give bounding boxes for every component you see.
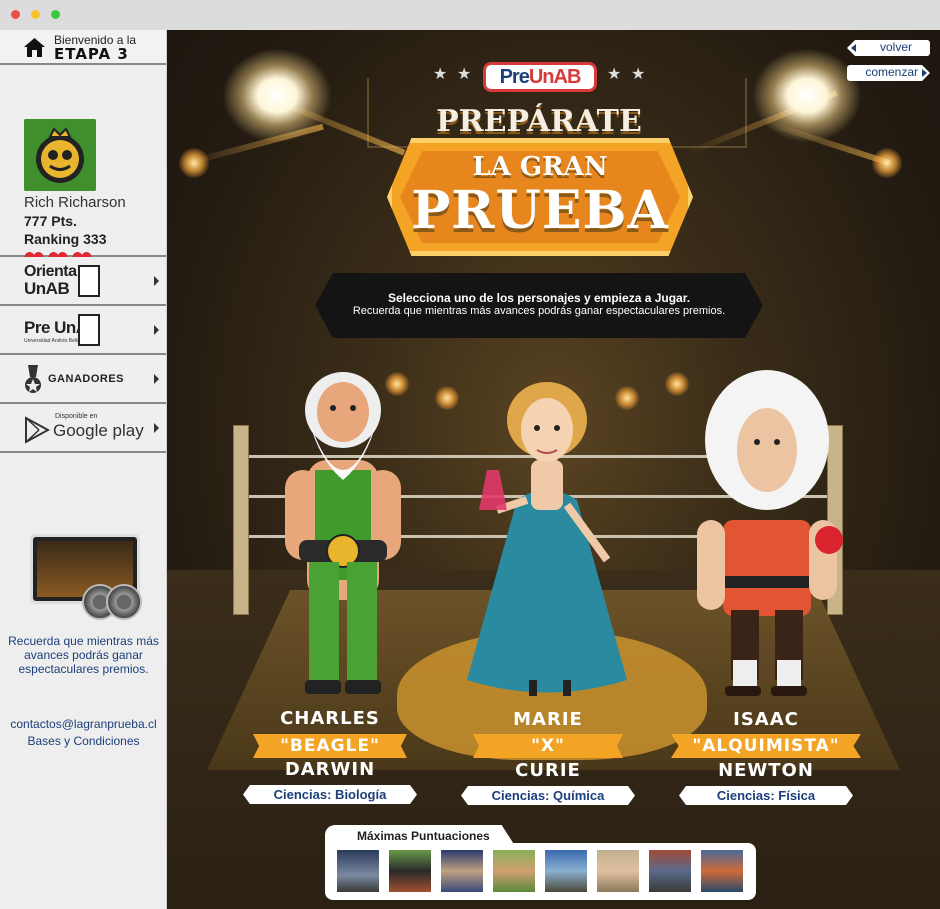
stage-name: ETAPA 3 bbox=[54, 45, 129, 63]
instruction-text-1: Selecciona uno de los personajes y empie… bbox=[387, 291, 691, 305]
contact-links: contactos@lagranprueba.cl Bases y Condic… bbox=[0, 716, 167, 750]
sidebar: Bienvenido a la ETAPA 3 Rich Richarson 7… bbox=[0, 30, 167, 909]
chevron-right-icon bbox=[922, 69, 927, 77]
google-play-available-text: Disponible en bbox=[55, 413, 98, 420]
darwin-last-name: DARWIN bbox=[284, 759, 376, 780]
title-la-gran: LA GRAN bbox=[472, 152, 608, 182]
curie-subject-button[interactable]: Ciencias: Química bbox=[461, 786, 635, 805]
high-scores-panel bbox=[325, 843, 756, 900]
brand-pre-text: Pre bbox=[499, 66, 530, 88]
top-player-avatar[interactable] bbox=[597, 850, 639, 892]
character-curie[interactable] bbox=[437, 360, 667, 710]
user-points: 777 Pts. bbox=[24, 213, 77, 229]
darwin-illustration bbox=[285, 372, 401, 694]
cursor-mascot-icon bbox=[78, 265, 100, 297]
promo-text: Recuerda que mientras más avances podrás… bbox=[8, 634, 159, 676]
google-play-label: Google play bbox=[53, 421, 144, 440]
menu-item-google-play[interactable]: Disponible en Google play bbox=[0, 404, 166, 453]
chevron-right-icon bbox=[154, 276, 159, 286]
newton-illustration bbox=[697, 370, 843, 696]
star-icon: ★ bbox=[631, 66, 646, 83]
avatar[interactable] bbox=[24, 119, 96, 191]
google-play-icon bbox=[25, 416, 50, 444]
spotlight-lamp bbox=[222, 48, 332, 143]
top-player-avatar[interactable] bbox=[701, 850, 743, 892]
medal-icon bbox=[25, 365, 41, 393]
newton-last-name: NEWTON bbox=[718, 760, 814, 781]
brand-unab-text: UnAB bbox=[528, 66, 582, 88]
top-player-avatar[interactable] bbox=[493, 850, 535, 892]
start-button-label: comenzar bbox=[865, 65, 918, 79]
menu-item-ganadores[interactable]: GANADORES bbox=[0, 355, 166, 404]
window-maximize-button[interactable] bbox=[51, 10, 60, 19]
user-ranking: Ranking 333 bbox=[24, 231, 107, 247]
curie-first-name: MARIE bbox=[513, 709, 583, 730]
darwin-subject-button[interactable]: Ciencias: Biología bbox=[243, 785, 417, 804]
game-stage: volver comenzar ★ ★ ★ ★ PreUnAB PREPÁRAT… bbox=[167, 30, 940, 909]
preunab-brand-badge: PreUnAB bbox=[483, 62, 597, 92]
back-button[interactable]: volver bbox=[847, 40, 930, 56]
top-player-avatar[interactable] bbox=[389, 850, 431, 892]
curie-illustration bbox=[467, 382, 627, 696]
darwin-first-name: CHARLES bbox=[280, 708, 380, 729]
top-player-avatar[interactable] bbox=[545, 850, 587, 892]
stage-header[interactable]: Bienvenido a la ETAPA 3 bbox=[0, 30, 166, 65]
window-minimize-button[interactable] bbox=[31, 10, 40, 19]
orienta-logo-line2: UnAB bbox=[24, 279, 70, 298]
chevron-right-icon bbox=[154, 423, 159, 433]
top-player-avatar[interactable] bbox=[337, 850, 379, 892]
spotlight-lamp bbox=[752, 48, 862, 143]
chevron-right-icon bbox=[154, 325, 159, 335]
frog-avatar-icon bbox=[24, 119, 96, 191]
character-newton[interactable] bbox=[677, 370, 857, 710]
window-close-button[interactable] bbox=[11, 10, 20, 19]
stage-light bbox=[179, 148, 209, 178]
top-player-avatar[interactable] bbox=[441, 850, 483, 892]
curie-nickname: "X" bbox=[473, 734, 623, 758]
character-darwin[interactable] bbox=[237, 350, 447, 700]
preunab-subtitle: Universidad Andrés Bello bbox=[24, 338, 80, 344]
star-icon: ★ bbox=[457, 66, 472, 83]
star-icon: ★ bbox=[607, 66, 622, 83]
curie-last-name: CURIE bbox=[515, 760, 581, 781]
window-titlebar bbox=[0, 0, 940, 30]
newton-first-name: ISAAC bbox=[733, 709, 799, 730]
star-icon: ★ bbox=[433, 66, 448, 83]
menu-item-orienta-unab[interactable]: Orienta UnAB bbox=[0, 257, 166, 306]
title-prueba: PRUEBA bbox=[411, 180, 669, 241]
chevron-left-icon bbox=[851, 44, 856, 52]
prizes-promo: Recuerda que mientras más avances podrás… bbox=[0, 484, 167, 684]
cursor-mascot-icon bbox=[78, 314, 100, 346]
speaker-prize-image bbox=[106, 584, 142, 620]
user-name: Rich Richarson bbox=[24, 194, 126, 211]
stage-light bbox=[872, 148, 902, 178]
contact-email-link[interactable]: contactos@lagranprueba.cl bbox=[0, 716, 167, 733]
ganadores-label: GANADORES bbox=[48, 373, 125, 385]
user-profile: Rich Richarson 777 Pts. Ranking 333 bbox=[0, 65, 166, 268]
menu-item-preunab[interactable]: Pre UnAB Universidad Andrés Bello bbox=[0, 306, 166, 355]
start-button[interactable]: comenzar bbox=[847, 65, 930, 81]
newton-nickname: "ALQUIMISTA" bbox=[671, 734, 861, 758]
back-button-label: volver bbox=[879, 40, 912, 54]
top-player-avatar[interactable] bbox=[649, 850, 691, 892]
instruction-text-2: Recuerda que mientras más avances podrás… bbox=[352, 305, 726, 317]
chevron-right-icon bbox=[154, 374, 159, 384]
darwin-nickname: "BEAGLE" bbox=[253, 734, 407, 758]
newton-subject-button[interactable]: Ciencias: Física bbox=[679, 786, 853, 805]
home-icon bbox=[24, 38, 45, 57]
terms-link[interactable]: Bases y Condiciones bbox=[0, 733, 167, 750]
